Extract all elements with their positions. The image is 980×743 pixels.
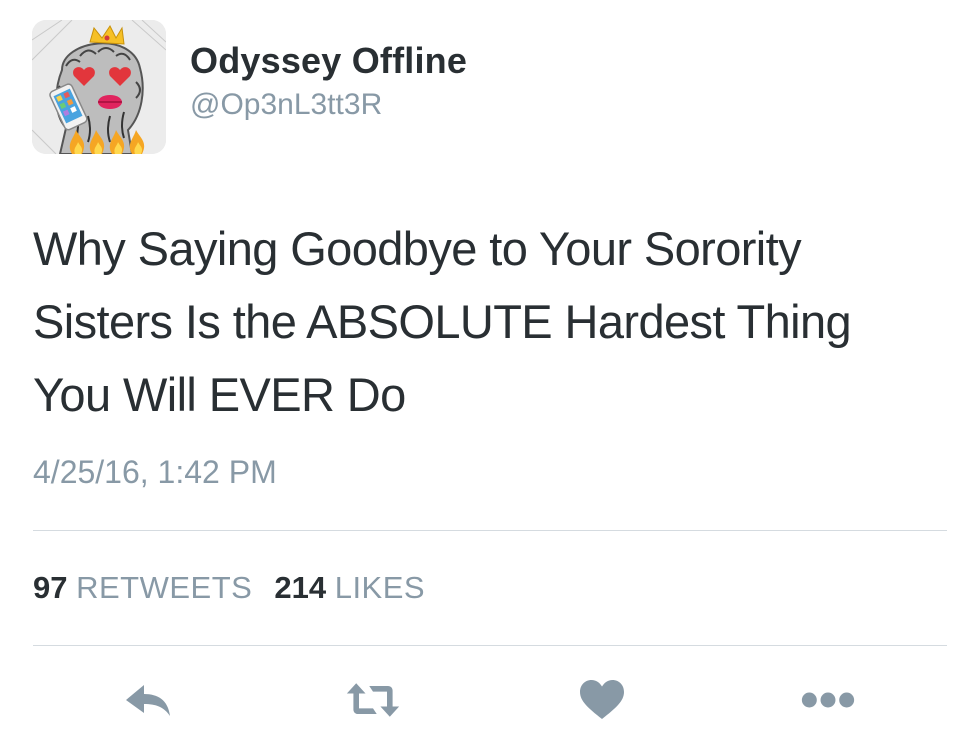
avatar[interactable] bbox=[32, 20, 166, 154]
tweet-text-line: You Will EVER Do bbox=[33, 368, 406, 421]
tweet-text: Why Saying Goodbye to Your Sorority Sist… bbox=[33, 212, 963, 431]
likes-stat[interactable]: 214 LIKES bbox=[274, 570, 425, 605]
more-button[interactable] bbox=[800, 676, 856, 724]
reply-icon bbox=[126, 685, 170, 716]
retweets-stat[interactable]: 97 RETWEETS bbox=[33, 570, 252, 605]
divider bbox=[33, 530, 947, 531]
tweet-stats: 97 RETWEETS 214 LIKES bbox=[33, 570, 425, 606]
retweet-button[interactable] bbox=[345, 676, 401, 724]
like-button[interactable] bbox=[574, 676, 630, 724]
tweet-text-line: Why Saying Goodbye to Your Sorority bbox=[33, 222, 802, 275]
display-name[interactable]: Odyssey Offline bbox=[190, 40, 467, 82]
user-handle[interactable]: @Op3nL3tt3R bbox=[190, 88, 382, 122]
reply-button[interactable] bbox=[120, 676, 176, 724]
retweets-label: RETWEETS bbox=[76, 570, 253, 605]
divider bbox=[33, 645, 947, 646]
likes-count: 214 bbox=[274, 570, 327, 605]
likes-label: LIKES bbox=[334, 570, 426, 605]
heart-icon bbox=[580, 680, 624, 719]
retweet-icon bbox=[346, 683, 400, 717]
retweets-count: 97 bbox=[33, 570, 68, 605]
more-icon bbox=[801, 692, 855, 708]
tweet-text-line: Sisters Is the ABSOLUTE Hardest Thing bbox=[33, 295, 852, 348]
avatar-image bbox=[32, 20, 166, 154]
tweet-timestamp[interactable]: 4/25/16, 1:42 PM bbox=[33, 454, 277, 491]
